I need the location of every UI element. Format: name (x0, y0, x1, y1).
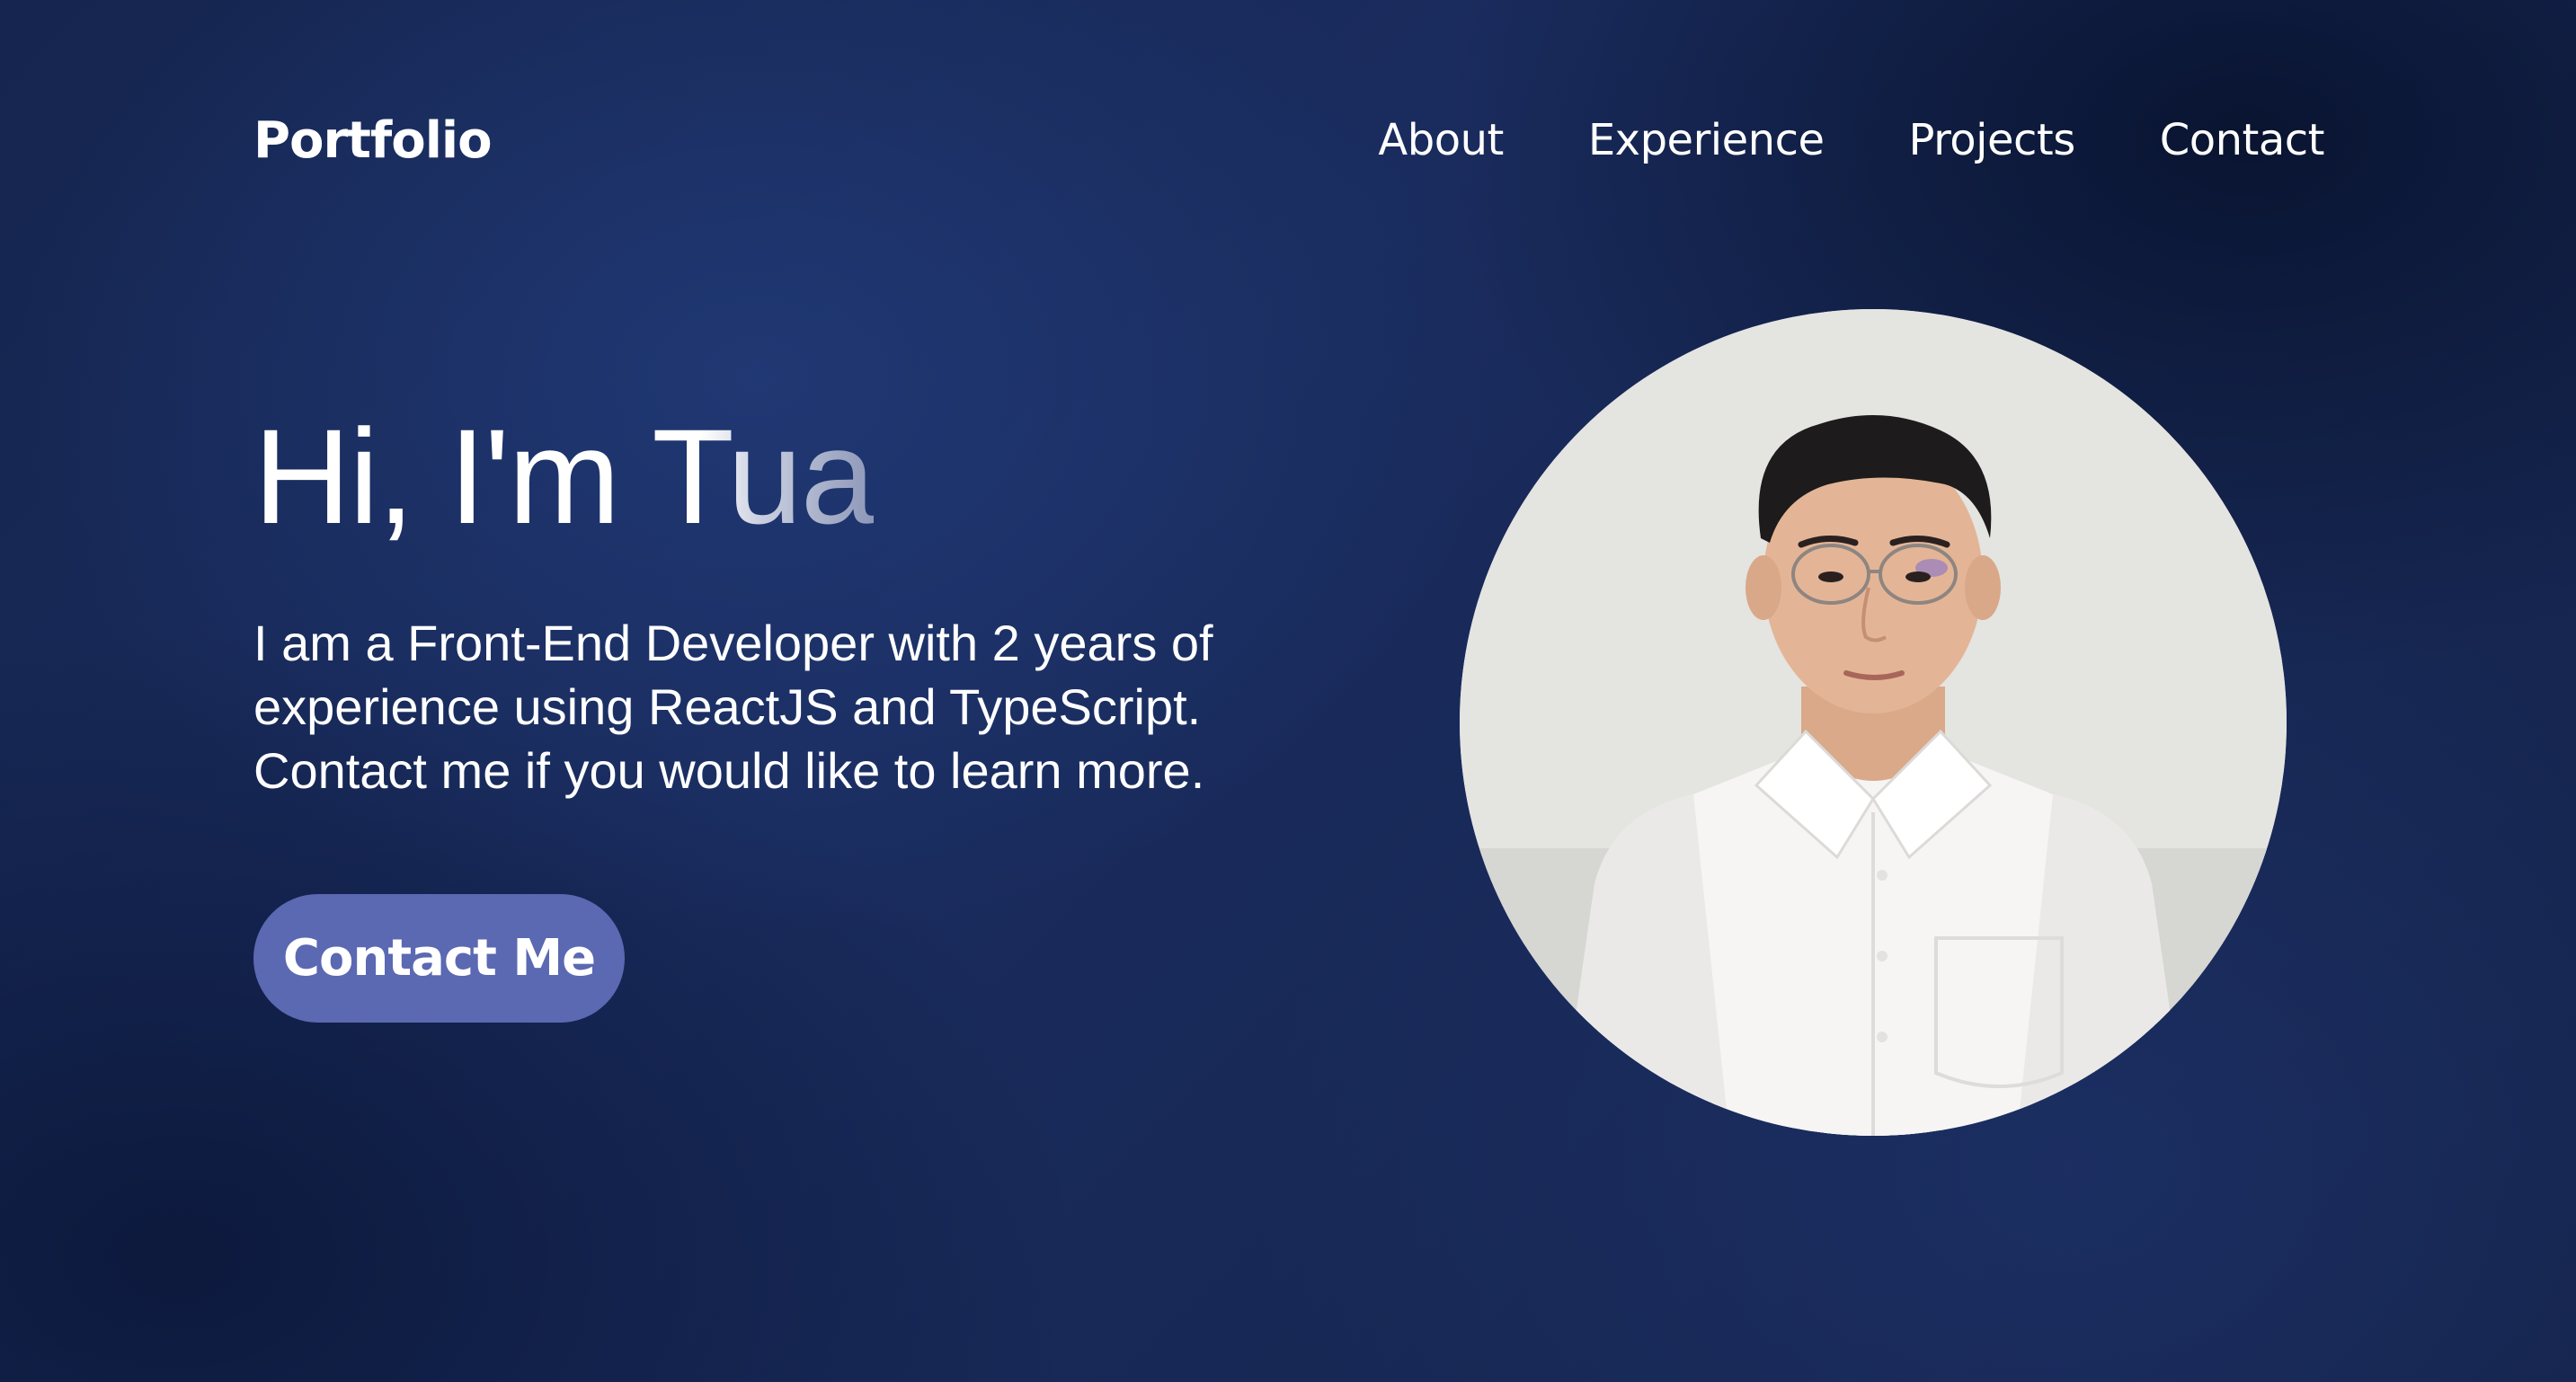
nav-links: About Experience Projects Contact (1378, 115, 2324, 165)
logo-link[interactable]: Portfolio (253, 111, 493, 170)
hero-section: Hi, I'm Tua I am a Front-End Developer w… (253, 395, 1422, 802)
nav-link-experience[interactable]: Experience (1588, 115, 1825, 165)
hero-title: Hi, I'm Tua (253, 395, 875, 557)
nav-link-projects[interactable]: Projects (1909, 115, 2076, 165)
hero-description: I am a Front-End Developer with 2 years … (253, 615, 1213, 799)
contact-me-button[interactable]: Contact Me (253, 894, 625, 1023)
navbar: Portfolio About Experience Projects Cont… (253, 106, 2325, 174)
nav-link-contact[interactable]: Contact (2160, 115, 2325, 165)
nav-link-about[interactable]: About (1378, 115, 1504, 165)
profile-photo (1460, 309, 2287, 1136)
